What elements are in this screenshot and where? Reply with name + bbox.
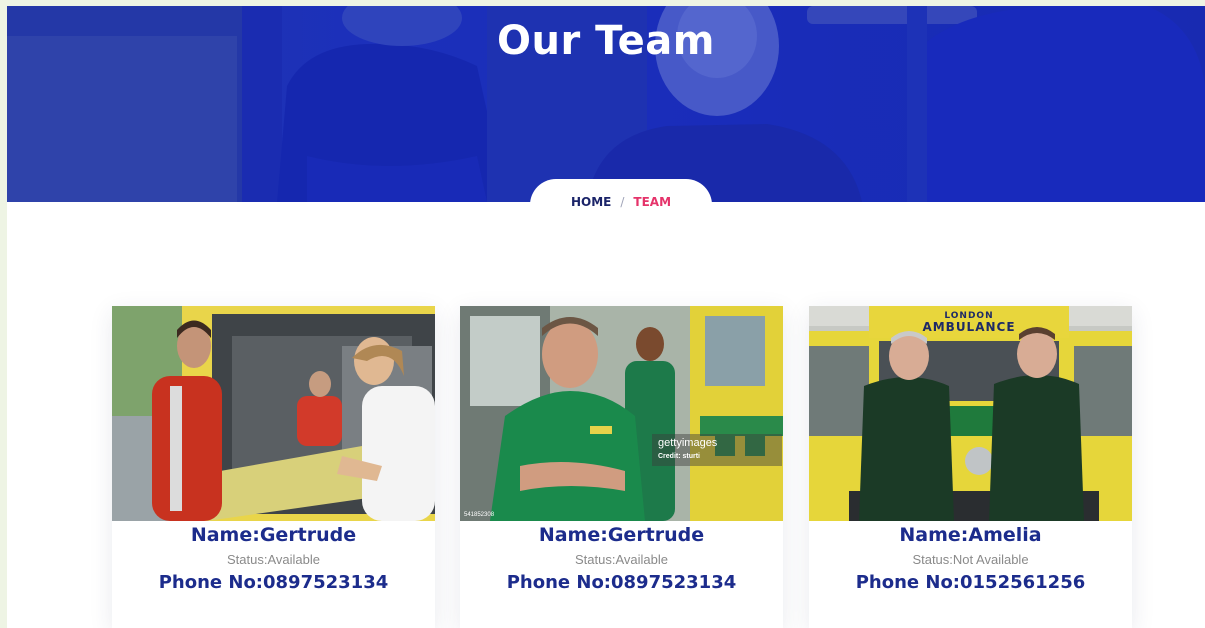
team-member-phone: Phone No:0897523134 [506,572,737,593]
hero-banner: Our Team [7,6,1205,202]
team-member-status: Status:Not Available [912,552,1029,567]
breadcrumb: HOME / TEAM [530,179,712,227]
team-card[interactable]: gettyimages Credit: sturti 541852308 Nam… [460,306,783,628]
page-title: Our Team [497,18,715,64]
team-member-info: Name:Gertrude Status:Available Phone No:… [460,521,783,593]
team-member-status: Status:Available [227,552,320,567]
team-card[interactable]: LONDON AMBULANCE Name:Amelia Status:Not … [809,306,1132,628]
team-member-name: Name:Amelia [899,524,1042,546]
team-member-photo [112,306,435,521]
team-member-phone: Phone No:0897523134 [158,572,389,593]
team-member-name: Name:Gertrude [538,524,705,546]
getty-watermark: gettyimages Credit: sturti [652,434,782,466]
team-member-name: Name:Gertrude [190,524,357,546]
page: Our Team HOME / TEAM Name:Gertrude Statu… [7,6,1205,628]
breadcrumb-current: TEAM [633,194,672,209]
photo-id: 541852308 [464,512,495,518]
watermark-credit: Credit: sturti [658,453,700,460]
team-member-status: Status:Available [575,552,668,567]
team-member-info: Name:Gertrude Status:Available Phone No:… [112,521,435,593]
breadcrumb-separator: / [620,194,625,209]
team-member-photo: LONDON AMBULANCE [809,306,1132,521]
team-member-phone: Phone No:0152561256 [855,572,1086,593]
watermark-text: gettyimages [658,437,718,449]
ambulance-sign: AMBULANCE [922,320,1015,334]
team-member-photo: gettyimages Credit: sturti 541852308 [460,306,783,521]
team-member-info: Name:Amelia Status:Not Available Phone N… [809,521,1132,593]
breadcrumb-home-link[interactable]: HOME [571,195,611,209]
team-card[interactable]: Name:Gertrude Status:Available Phone No:… [112,306,435,628]
